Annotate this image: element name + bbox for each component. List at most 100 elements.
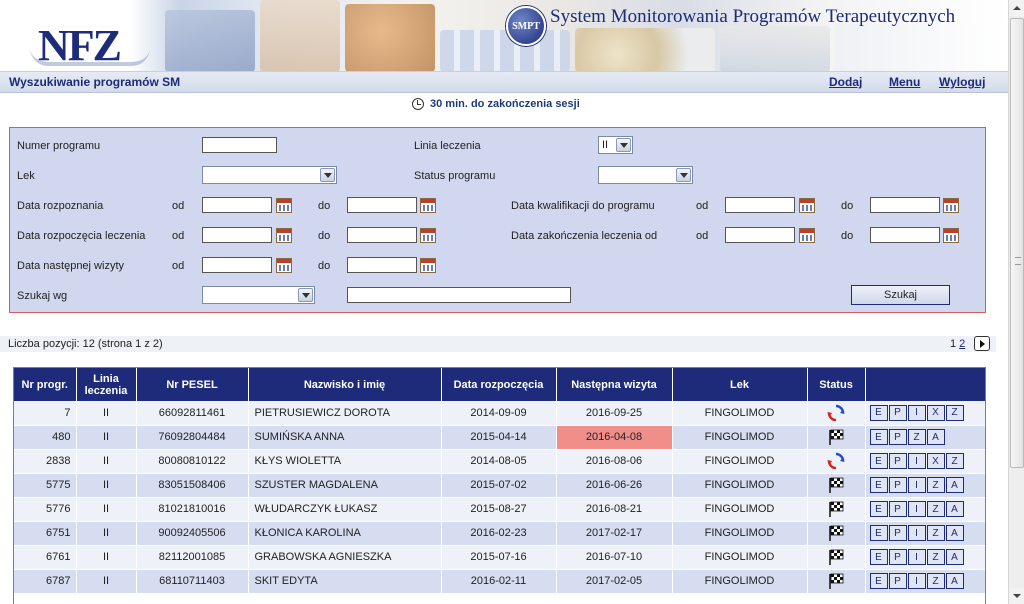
action-button-x[interactable]: X bbox=[926, 453, 945, 469]
action-button-i[interactable]: I bbox=[907, 404, 926, 421]
col-header-line[interactable]: Linia leczenia bbox=[76, 368, 137, 401]
action-button-p[interactable]: P bbox=[888, 404, 907, 421]
table-row[interactable]: 5776 II 81021810016 WŁUDARCZYK ŁUKASZ 2015-0… bbox=[14, 497, 985, 522]
calendar-icon[interactable] bbox=[276, 198, 292, 213]
cell-actions: EPIXZ bbox=[865, 449, 985, 474]
next-visit-to-input[interactable] bbox=[347, 257, 417, 273]
action-button-a[interactable]: A bbox=[945, 501, 964, 517]
calendar-icon[interactable] bbox=[276, 228, 292, 243]
action-button-z[interactable]: Z bbox=[926, 573, 945, 589]
action-button-p[interactable]: P bbox=[888, 573, 907, 589]
action-button-i[interactable]: I bbox=[907, 477, 926, 493]
action-button-p[interactable]: P bbox=[888, 429, 907, 445]
action-button-a[interactable]: A bbox=[945, 573, 964, 589]
chevron-down-icon[interactable] bbox=[676, 168, 691, 182]
table-row[interactable]: 6761 II 82112001085 GRABOWSKA AGNIESZKA 2015… bbox=[14, 545, 985, 570]
qualification-date-from-input[interactable] bbox=[725, 197, 795, 213]
program-number-input[interactable] bbox=[202, 137, 277, 153]
menu-link[interactable]: Menu bbox=[889, 75, 920, 89]
search-by-select[interactable] bbox=[202, 286, 315, 304]
chevron-down-icon[interactable] bbox=[320, 168, 335, 182]
col-header-pesel[interactable]: Nr PESEL bbox=[136, 368, 249, 401]
action-button-a[interactable]: A bbox=[945, 549, 964, 565]
calendar-icon[interactable] bbox=[943, 198, 959, 213]
action-button-p[interactable]: P bbox=[888, 453, 907, 469]
treatment-start-from-input[interactable] bbox=[202, 227, 272, 243]
calendar-icon[interactable] bbox=[420, 258, 436, 273]
action-button-i[interactable]: I bbox=[907, 453, 926, 469]
action-button-z[interactable]: Z bbox=[926, 501, 945, 517]
calendar-icon[interactable] bbox=[420, 198, 436, 213]
treatment-end-from-input[interactable] bbox=[725, 227, 795, 243]
action-button-a[interactable]: A bbox=[945, 525, 964, 541]
action-button-e[interactable]: E bbox=[869, 525, 888, 541]
action-button-z[interactable]: Z bbox=[926, 477, 945, 493]
scrollbar-thumb[interactable] bbox=[1010, 18, 1024, 468]
action-button-z[interactable]: Z bbox=[907, 429, 926, 445]
chevron-down-icon[interactable] bbox=[298, 288, 313, 302]
search-text-input[interactable] bbox=[347, 287, 571, 303]
treatment-line-select[interactable]: II bbox=[598, 136, 633, 154]
diagnosis-date-from-input[interactable] bbox=[202, 197, 272, 213]
vertical-scrollbar[interactable] bbox=[1008, 0, 1024, 604]
page-2-link[interactable]: 2 bbox=[959, 338, 965, 350]
action-button-a[interactable]: A bbox=[926, 429, 945, 445]
action-button-e[interactable]: E bbox=[869, 573, 888, 589]
treatment-end-to-input[interactable] bbox=[870, 227, 940, 243]
cell-drug: FINGOLIMOD bbox=[672, 425, 808, 450]
action-button-i[interactable]: I bbox=[907, 549, 926, 565]
next-visit-from-input[interactable] bbox=[202, 257, 272, 273]
action-button-i[interactable]: I bbox=[907, 501, 926, 517]
add-link[interactable]: Dodaj bbox=[829, 75, 862, 89]
diagnosis-date-to-input[interactable] bbox=[347, 197, 417, 213]
col-header-drug[interactable]: Lek bbox=[672, 368, 808, 401]
calendar-icon[interactable] bbox=[799, 198, 815, 213]
action-button-p[interactable]: P bbox=[888, 525, 907, 541]
calendar-icon[interactable] bbox=[276, 258, 292, 273]
action-button-e[interactable]: E bbox=[869, 477, 888, 493]
table-row[interactable]: 2838 II 80080810122 KŁYS WIOLETTA 2014-08-05… bbox=[14, 449, 985, 474]
table-row[interactable]: 7 II 66092811461 PIETRUSIEWICZ DOROTA 2014-0… bbox=[14, 401, 985, 426]
logout-link[interactable]: Wyloguj bbox=[939, 75, 985, 89]
table-row[interactable]: 5775 II 83051508406 SZUSTER MAGDALENA 2015-0… bbox=[14, 473, 985, 498]
action-button-p[interactable]: P bbox=[888, 501, 907, 517]
col-header-name[interactable]: Nazwisko i imię bbox=[248, 368, 442, 401]
action-button-e[interactable]: E bbox=[869, 404, 888, 421]
action-button-i[interactable]: I bbox=[907, 525, 926, 541]
calendar-icon[interactable] bbox=[799, 228, 815, 243]
treatment-start-date-label: Data rozpoczęcia leczenia bbox=[17, 230, 146, 242]
program-status-select[interactable] bbox=[598, 166, 693, 184]
col-header-nr[interactable]: Nr progr. bbox=[14, 368, 77, 401]
calendar-icon[interactable] bbox=[420, 228, 436, 243]
refresh-icon bbox=[827, 404, 845, 421]
chevron-down-icon[interactable] bbox=[616, 138, 631, 152]
action-button-a[interactable]: A bbox=[945, 477, 964, 493]
table-row[interactable]: 6751 II 90092405506 KŁONICA KAROLINA 2016-02… bbox=[14, 521, 985, 546]
action-button-e[interactable]: E bbox=[869, 429, 888, 445]
col-header-start[interactable]: Data rozpoczęcia bbox=[441, 368, 557, 401]
treatment-start-to-input[interactable] bbox=[347, 227, 417, 243]
qualification-date-to-input[interactable] bbox=[870, 197, 940, 213]
action-button-e[interactable]: E bbox=[869, 453, 888, 469]
action-button-i[interactable]: I bbox=[907, 573, 926, 589]
action-button-z[interactable]: Z bbox=[926, 525, 945, 541]
table-row[interactable]: 480 II 76092804484 SUMIŃSKA ANNA 2015-04-14 2… bbox=[14, 425, 985, 450]
action-button-z[interactable]: Z bbox=[926, 549, 945, 565]
action-button-x[interactable]: X bbox=[926, 404, 945, 421]
action-button-p[interactable]: P bbox=[888, 477, 907, 493]
action-button-p[interactable]: P bbox=[888, 549, 907, 565]
next-page-button[interactable] bbox=[974, 336, 990, 351]
table-row[interactable]: 6787 II 68110711403 SKIT EDYTA 2016-02-11 201… bbox=[14, 569, 985, 594]
page-1-link[interactable]: 1 bbox=[950, 338, 956, 350]
action-button-z[interactable]: Z bbox=[945, 404, 964, 421]
action-button-z[interactable]: Z bbox=[945, 453, 964, 469]
scroll-up-button[interactable] bbox=[1009, 0, 1024, 16]
action-button-e[interactable]: E bbox=[869, 501, 888, 517]
action-button-e[interactable]: E bbox=[869, 549, 888, 565]
col-header-next[interactable]: Następna wizyta bbox=[556, 368, 673, 401]
col-header-status[interactable]: Status bbox=[807, 368, 866, 401]
drug-select[interactable] bbox=[202, 166, 337, 184]
scroll-down-button[interactable] bbox=[1009, 588, 1024, 604]
calendar-icon[interactable] bbox=[943, 228, 959, 243]
search-button[interactable]: Szukaj bbox=[851, 285, 950, 305]
